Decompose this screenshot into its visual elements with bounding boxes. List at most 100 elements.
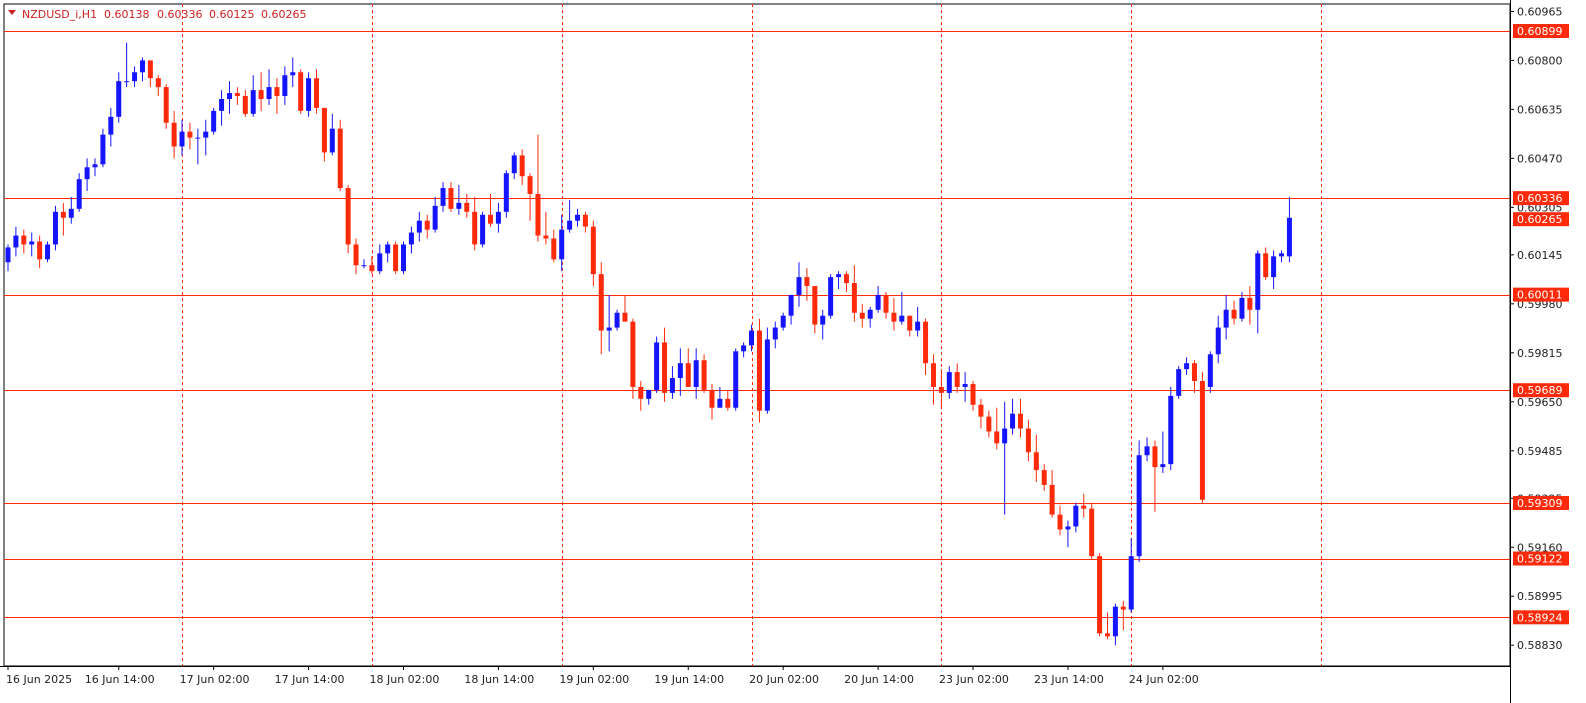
- candle[interactable]: [29, 232, 35, 257]
- candle[interactable]: [424, 214, 430, 239]
- candle[interactable]: [155, 75, 161, 97]
- candle[interactable]: [68, 196, 74, 224]
- candle[interactable]: [361, 259, 367, 269]
- candle[interactable]: [226, 81, 232, 114]
- candle[interactable]: [582, 211, 588, 233]
- candle[interactable]: [1247, 286, 1253, 325]
- candle[interactable]: [1152, 440, 1158, 512]
- candle[interactable]: [84, 158, 90, 192]
- candle[interactable]: [788, 294, 794, 325]
- candle[interactable]: [1192, 360, 1197, 393]
- candle[interactable]: [614, 309, 620, 331]
- candle[interactable]: [456, 185, 462, 215]
- candle[interactable]: [701, 354, 707, 393]
- candle[interactable]: [527, 173, 533, 221]
- candle[interactable]: [1073, 502, 1079, 533]
- candle[interactable]: [321, 107, 327, 162]
- candle[interactable]: [440, 182, 446, 212]
- candle[interactable]: [1002, 401, 1008, 515]
- candle[interactable]: [147, 60, 153, 88]
- candle[interactable]: [401, 241, 406, 275]
- candle[interactable]: [1017, 398, 1023, 438]
- candle[interactable]: [132, 66, 138, 88]
- candle[interactable]: [954, 363, 960, 393]
- candle[interactable]: [891, 297, 897, 331]
- candle[interactable]: [551, 229, 557, 263]
- candle[interactable]: [772, 321, 778, 349]
- candle[interactable]: [92, 158, 98, 177]
- candle[interactable]: [1081, 493, 1087, 518]
- candle[interactable]: [590, 220, 596, 287]
- candle[interactable]: [962, 372, 968, 402]
- candle[interactable]: [741, 342, 747, 358]
- candle[interactable]: [685, 348, 691, 387]
- dropdown-triangle-icon[interactable]: [8, 10, 16, 15]
- candle[interactable]: [1271, 250, 1277, 289]
- candle[interactable]: [535, 134, 541, 242]
- candle[interactable]: [1207, 351, 1213, 393]
- candle[interactable]: [345, 185, 351, 254]
- candle[interactable]: [234, 87, 240, 105]
- candle[interactable]: [187, 122, 193, 150]
- candle[interactable]: [867, 306, 873, 328]
- candle[interactable]: [630, 318, 636, 399]
- candle[interactable]: [1033, 434, 1039, 482]
- candle[interactable]: [1286, 196, 1292, 263]
- candle[interactable]: [1279, 250, 1285, 263]
- candle[interactable]: [915, 306, 921, 337]
- candle[interactable]: [219, 90, 225, 126]
- candle[interactable]: [1025, 419, 1031, 462]
- candle[interactable]: [836, 271, 842, 289]
- candle[interactable]: [1112, 603, 1118, 646]
- candle[interactable]: [1120, 600, 1126, 631]
- candle[interactable]: [978, 398, 984, 429]
- candle[interactable]: [211, 107, 217, 135]
- candle[interactable]: [1097, 553, 1103, 637]
- candle[interactable]: [337, 119, 343, 192]
- candle[interactable]: [669, 366, 675, 399]
- candle[interactable]: [899, 291, 905, 325]
- candle[interactable]: [163, 84, 169, 129]
- candle[interactable]: [646, 389, 652, 405]
- candle[interactable]: [575, 208, 581, 227]
- candle[interactable]: [480, 211, 486, 248]
- candle[interactable]: [1104, 612, 1110, 640]
- candle[interactable]: [503, 170, 509, 218]
- candle[interactable]: [242, 90, 248, 117]
- candle[interactable]: [250, 75, 256, 117]
- candle[interactable]: [1010, 398, 1016, 435]
- candle[interactable]: [677, 348, 683, 396]
- candle[interactable]: [519, 149, 525, 186]
- candle[interactable]: [408, 226, 414, 254]
- candle[interactable]: [52, 205, 58, 251]
- candle[interactable]: [100, 128, 106, 168]
- candle[interactable]: [313, 69, 319, 114]
- candle[interactable]: [282, 66, 288, 105]
- candle[interactable]: [559, 214, 565, 272]
- candle[interactable]: [432, 196, 438, 233]
- candle[interactable]: [994, 407, 1000, 450]
- candle[interactable]: [37, 235, 43, 269]
- candle[interactable]: [859, 303, 865, 328]
- candle[interactable]: [1089, 502, 1095, 560]
- candle[interactable]: [416, 211, 422, 242]
- candle[interactable]: [843, 271, 849, 292]
- candle[interactable]: [139, 57, 145, 82]
- candle[interactable]: [124, 42, 130, 88]
- candle[interactable]: [1041, 464, 1047, 491]
- candle[interactable]: [1199, 372, 1205, 503]
- candle[interactable]: [693, 348, 699, 399]
- candle[interactable]: [1049, 470, 1055, 518]
- candle[interactable]: [1239, 291, 1245, 322]
- candle[interactable]: [709, 383, 715, 420]
- candle[interactable]: [385, 241, 391, 263]
- candle[interactable]: [923, 318, 929, 376]
- candle[interactable]: [1057, 505, 1063, 536]
- candle[interactable]: [970, 381, 976, 411]
- candle[interactable]: [749, 324, 755, 352]
- candle[interactable]: [116, 72, 122, 123]
- candle[interactable]: [733, 348, 739, 411]
- candle[interactable]: [76, 173, 82, 212]
- candle[interactable]: [274, 78, 280, 114]
- candle[interactable]: [329, 113, 335, 156]
